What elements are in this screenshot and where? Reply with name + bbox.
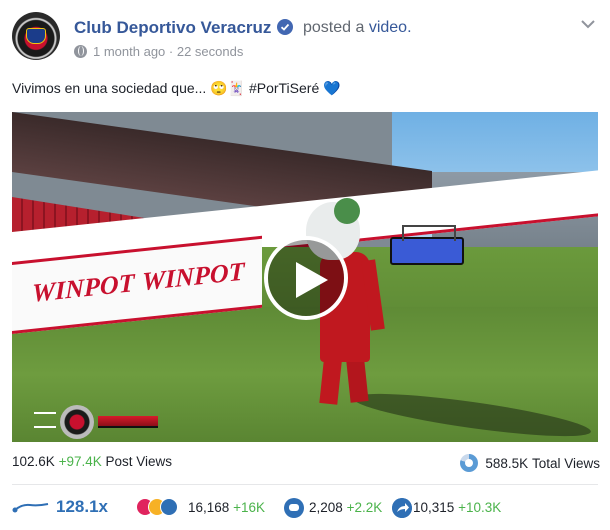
engagement-metrics: 128.1x 16,168 +16K 2,208 +2.2K 10,315 +1… — [12, 497, 600, 521]
video-duration: 22 seconds — [176, 44, 244, 59]
post-views-gain: +97.4K — [58, 454, 102, 469]
post-views-value: 102.6K — [12, 454, 55, 469]
timestamp[interactable]: 1 month ago — [93, 44, 165, 59]
total-views-label: Total Views — [531, 455, 600, 471]
share-gain: +10.3K — [458, 500, 502, 515]
video-player[interactable]: WINPOT WINPOT — [12, 112, 598, 442]
billboard-text: WINPOT — [32, 268, 135, 308]
reaction-gain: +16K — [233, 500, 265, 515]
divider — [12, 484, 598, 485]
verified-badge-icon — [277, 19, 293, 35]
total-views: 588.5K Total Views — [460, 454, 600, 472]
crest-logo-icon — [26, 28, 46, 44]
billboard-text: WINPOT — [142, 256, 245, 297]
trend-line-icon — [12, 503, 49, 513]
share-count-value: 10,315 — [413, 500, 455, 515]
video-cart — [390, 225, 464, 265]
watermark-logo — [60, 405, 94, 439]
total-views-value: 588.5K — [485, 455, 529, 471]
post-views: 102.6K +97.4K Post Views — [12, 454, 172, 469]
chevron-down-icon[interactable] — [578, 14, 598, 34]
comment-gain: +2.2K — [346, 500, 383, 515]
post-action-text: posted a — [303, 19, 369, 36]
globe-icon — [74, 45, 87, 58]
meta-separator: · — [165, 44, 177, 59]
mascot-hair — [334, 198, 360, 224]
comment-count: 2,208 +2.2K — [309, 500, 382, 515]
post-action: posted a video. — [303, 19, 412, 37]
post-meta: 1 month ago · 22 seconds — [74, 44, 243, 59]
watermark-emblem — [34, 412, 56, 428]
play-icon — [296, 262, 328, 298]
video-link[interactable]: video. — [369, 19, 412, 36]
post-caption: Vivimos en una sociedad que... 🙄🃏 #PorTi… — [12, 80, 341, 96]
like-reaction-icon — [160, 498, 178, 516]
share-count: 10,315 +10.3K — [413, 500, 501, 515]
page-name-link[interactable]: Club Deportivo Veracruz — [74, 18, 271, 38]
view-stats: 102.6K +97.4K Post Views 588.5K Total Vi… — [12, 454, 600, 474]
comment-count-value: 2,208 — [309, 500, 343, 515]
reaction-icons[interactable] — [136, 498, 194, 518]
post-views-label: Post Views — [105, 454, 173, 469]
overperform-multiplier: 128.1x — [56, 497, 108, 516]
comment-icon[interactable] — [284, 498, 304, 518]
donut-chart-icon — [460, 454, 479, 472]
watermark-stripe — [98, 426, 158, 428]
share-icon[interactable] — [392, 498, 412, 518]
watermark-bar — [98, 416, 158, 426]
page-avatar[interactable] — [12, 12, 60, 60]
post-header: Club Deportivo Veracruz posted a video. … — [12, 12, 598, 62]
reaction-count-value: 16,168 — [188, 500, 230, 515]
play-button[interactable] — [264, 236, 348, 320]
reaction-count: 16,168 +16K — [188, 500, 265, 515]
